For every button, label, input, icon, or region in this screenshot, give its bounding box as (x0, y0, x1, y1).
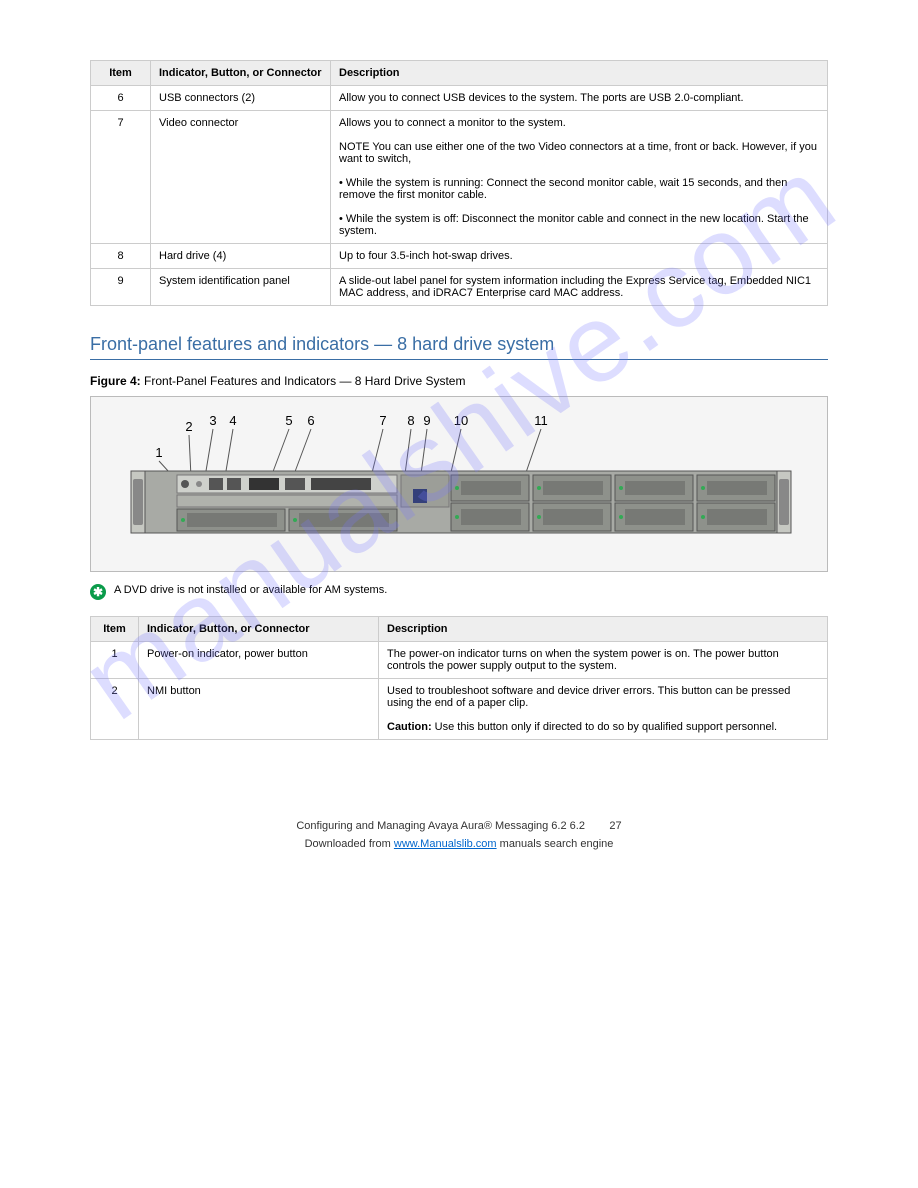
callout-9: 9 (423, 413, 430, 428)
table-row: 2 NMI button Used to troubleshoot softwa… (91, 679, 828, 740)
th-indicator: Indicator, Button, or Connector (151, 61, 331, 86)
th-desc: Description (379, 617, 828, 642)
figure-label: Figure 4: Front-Panel Features and Indic… (90, 374, 828, 388)
callout-11: 11 (534, 413, 548, 428)
callout-7: 7 (379, 413, 386, 428)
table-row: 1 Power-on indicator, power button The p… (91, 642, 828, 679)
cell-desc: Allow you to connect USB devices to the … (331, 86, 828, 111)
table-row: 9 System identification panel A slide-ou… (91, 269, 828, 306)
note-text: A DVD drive is not installed or availabl… (114, 584, 387, 596)
cell-indicator: Power-on indicator, power button (139, 642, 379, 679)
figure-title: Front-Panel Features and Indicators — 8 … (144, 374, 465, 388)
footer-source-post: manuals search engine (497, 838, 614, 850)
cell-desc: Used to troubleshoot software and device… (379, 679, 828, 740)
desc-line: Use this button only if directed to do s… (435, 721, 777, 733)
cell-item: 1 (91, 642, 139, 679)
th-desc: Description (331, 61, 828, 86)
features-table-1: Item Indicator, Button, or Connector Des… (90, 60, 828, 306)
caution-label: Caution: (387, 721, 435, 733)
table-row: 6 USB connectors (2) Allow you to connec… (91, 86, 828, 111)
cell-item: 6 (91, 86, 151, 111)
cell-indicator: Hard drive (4) (151, 244, 331, 269)
cell-indicator: Video connector (151, 111, 331, 244)
footer-source-link[interactable]: www.Manualslib.com (394, 838, 497, 850)
section-rule (90, 359, 828, 360)
th-indicator: Indicator, Button, or Connector (139, 617, 379, 642)
cell-indicator: System identification panel (151, 269, 331, 306)
features-table-2: Item Indicator, Button, or Connector Des… (90, 616, 828, 740)
cell-desc: Allows you to connect a monitor to the s… (331, 111, 828, 244)
cell-desc: Up to four 3.5-inch hot-swap drives. (331, 244, 828, 269)
th-item: Item (91, 617, 139, 642)
desc-line: • While the system is running: Connect t… (339, 177, 787, 201)
server-diagram: 1 2 3 4 5 6 7 8 9 10 11 (90, 396, 828, 572)
cell-item: 2 (91, 679, 139, 740)
footer-source-pre: Downloaded from (305, 838, 394, 850)
callout-6: 6 (307, 413, 314, 428)
callout-8: 8 (407, 413, 414, 428)
table-row: 7 Video connector Allows you to connect … (91, 111, 828, 244)
server-svg: 1 2 3 4 5 6 7 8 9 10 11 (121, 411, 801, 541)
desc-line: Allows you to connect a monitor to the s… (339, 117, 566, 129)
callout-5: 5 (285, 413, 292, 428)
callout-4: 4 (229, 413, 236, 428)
note-block: ✱ A DVD drive is not installed or availa… (90, 584, 828, 600)
callout-3: 3 (209, 413, 216, 428)
callout-2: 2 (185, 419, 192, 434)
desc-line: Used to troubleshoot software and device… (387, 685, 790, 709)
cell-desc: A slide-out label panel for system infor… (331, 269, 828, 306)
table-row: 8 Hard drive (4) Up to four 3.5-inch hot… (91, 244, 828, 269)
cell-indicator: NMI button (139, 679, 379, 740)
cell-desc: The power-on indicator turns on when the… (379, 642, 828, 679)
callout-1: 1 (155, 445, 162, 460)
cell-item: 7 (91, 111, 151, 244)
page-footer: Configuring and Managing Avaya Aura® Mes… (90, 820, 828, 850)
th-item: Item (91, 61, 151, 86)
cell-item: 9 (91, 269, 151, 306)
footer-doc-title: Configuring and Managing Avaya Aura® Mes… (296, 820, 585, 832)
cell-indicator: USB connectors (2) (151, 86, 331, 111)
callout-10: 10 (454, 413, 468, 428)
figure-number: Figure 4: (90, 374, 141, 388)
footer-page-number: 27 (609, 820, 621, 832)
desc-line: • While the system is off: Disconnect th… (339, 213, 809, 237)
cell-item: 8 (91, 244, 151, 269)
desc-line: NOTE You can use either one of the two V… (339, 141, 817, 165)
asterisk-icon: ✱ (90, 584, 106, 600)
section-heading: Front-panel features and indicators — 8 … (90, 334, 828, 355)
